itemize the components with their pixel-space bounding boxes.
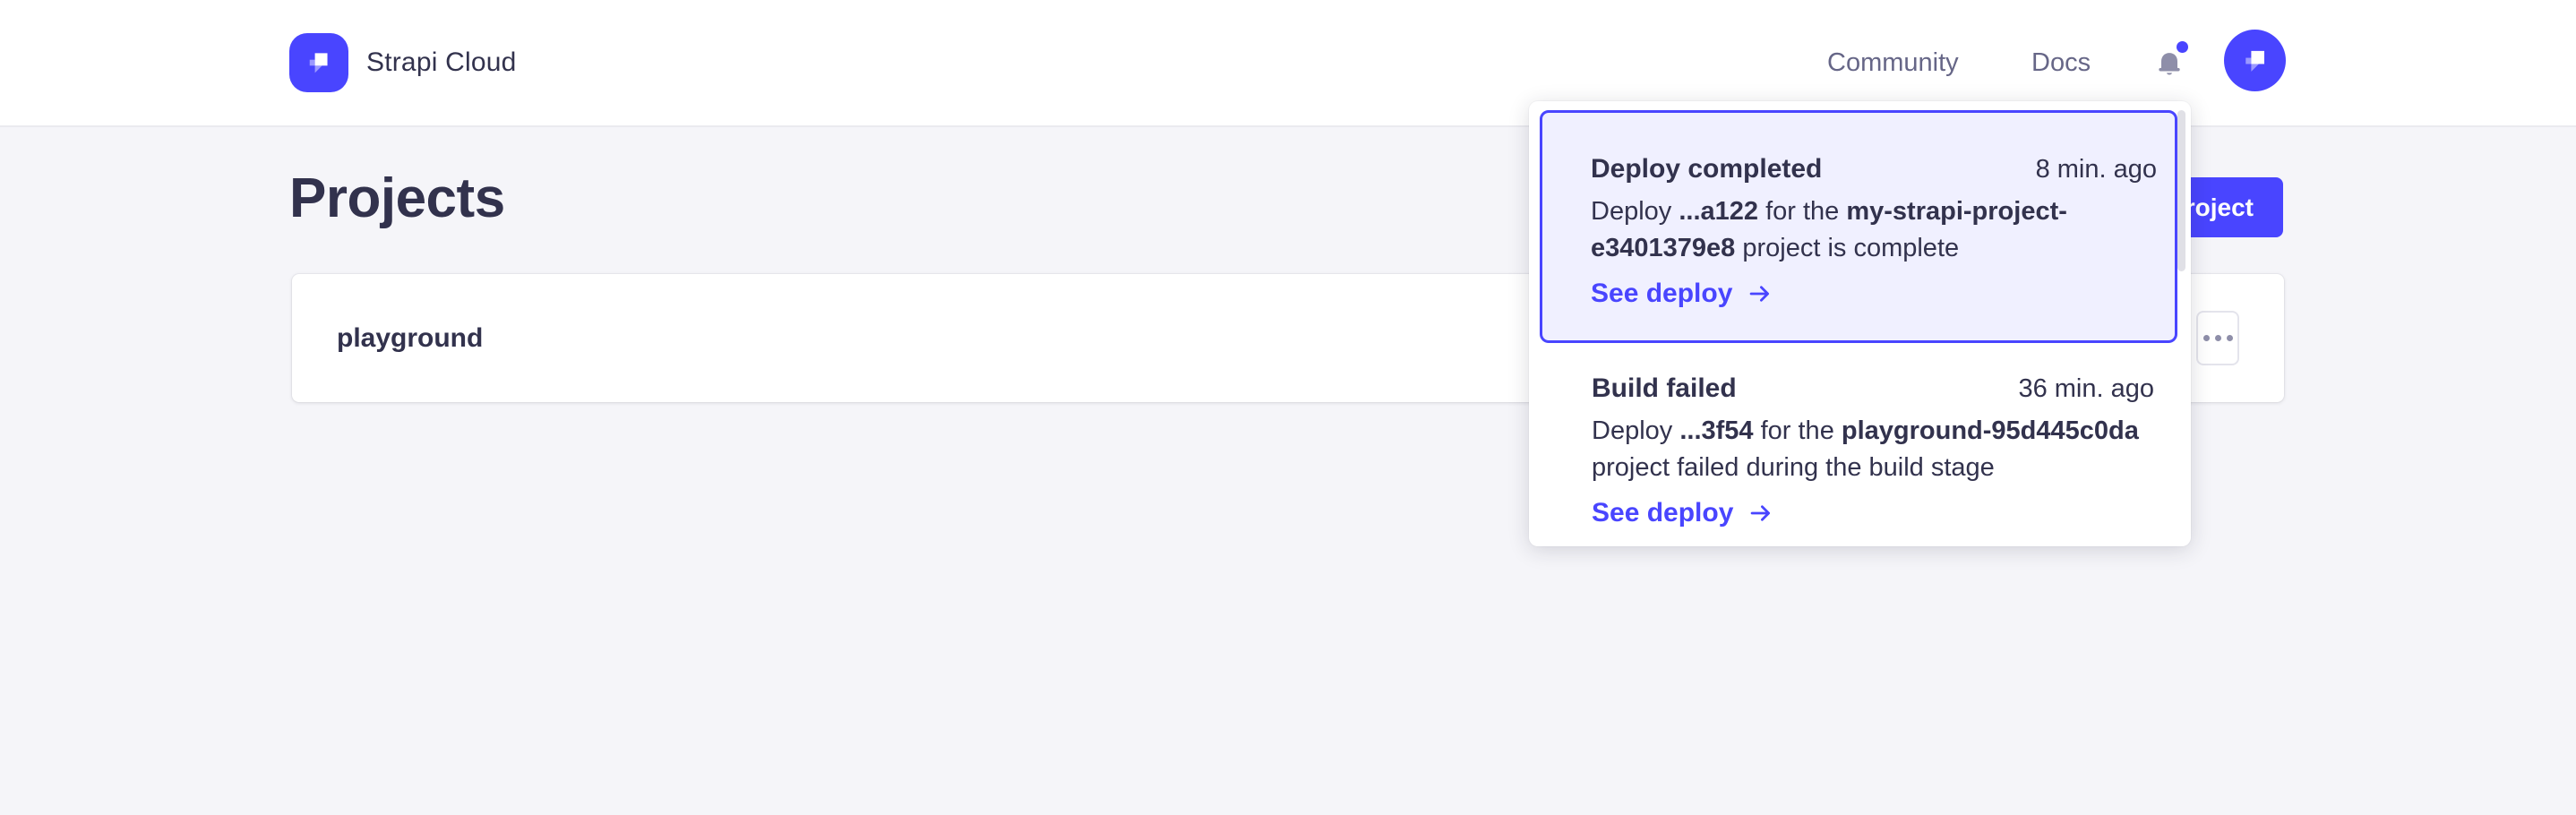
notification-title: Deploy completed (1591, 154, 1822, 184)
see-deploy-link[interactable]: See deploy (1592, 497, 1775, 529)
notification-title: Build failed (1592, 373, 1737, 404)
scrollbar-thumb[interactable] (2177, 110, 2185, 271)
user-avatar[interactable] (2224, 30, 2286, 91)
notifications-panel: Deploy completed 8 min. ago Deploy ...a1… (1529, 101, 2191, 546)
notification-body: Deploy ...a122 for the my-strapi-project… (1591, 193, 2157, 267)
ellipsis-icon (2203, 335, 2233, 341)
brand-name: Strapi Cloud (366, 47, 517, 78)
unread-indicator-dot (2177, 41, 2188, 53)
see-deploy-link[interactable]: See deploy (1591, 278, 1774, 310)
notification-header: Build failed 36 min. ago (1592, 373, 2154, 406)
brand-home-link[interactable]: Strapi Cloud (289, 0, 517, 125)
arrow-right-icon (1746, 281, 1774, 306)
app-root: Strapi Cloud Community Docs Projects Cre… (0, 0, 2576, 815)
notification-timestamp: 8 min. ago (2036, 155, 2157, 184)
bell-icon (2151, 48, 2187, 84)
strapi-mark-icon (2235, 40, 2276, 82)
notifications-button[interactable] (2146, 39, 2193, 86)
notification-header: Deploy completed 8 min. ago (1591, 154, 2157, 186)
notification-body: Deploy ...3f54 for the playground-95d445… (1592, 413, 2154, 486)
notification-item-deploy-completed[interactable]: Deploy completed 8 min. ago Deploy ...a1… (1540, 110, 2177, 343)
notification-item-build-failed[interactable]: Build failed 36 min. ago Deploy ...3f54 … (1540, 343, 2177, 529)
notification-timestamp: 36 min. ago (2018, 374, 2154, 404)
project-name: playground (337, 323, 483, 354)
page-title: Projects (289, 167, 505, 230)
see-deploy-label: See deploy (1592, 498, 1733, 528)
arrow-right-icon (1747, 501, 1775, 526)
see-deploy-label: See deploy (1591, 279, 1732, 309)
project-more-button[interactable] (2196, 311, 2239, 365)
strapi-mark-icon (299, 43, 339, 82)
strapi-logo-icon (289, 33, 348, 92)
